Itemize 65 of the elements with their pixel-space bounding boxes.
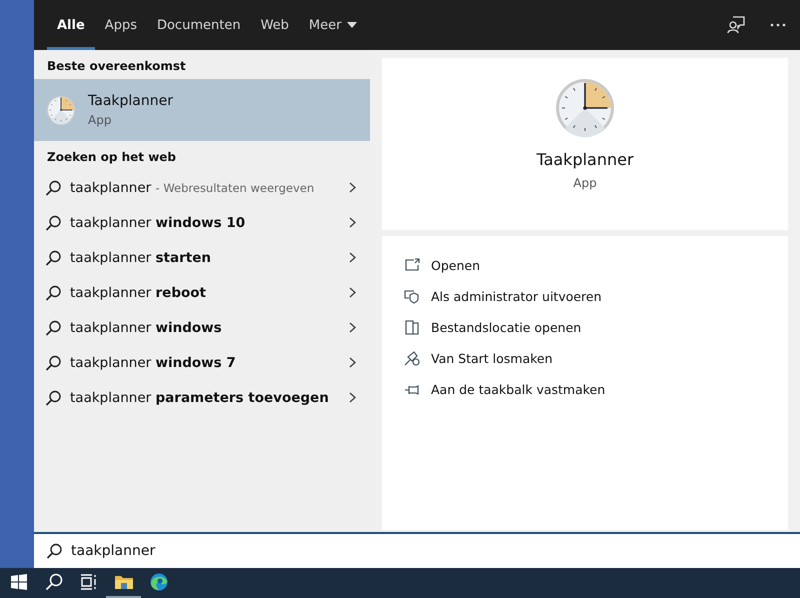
web-suggestion[interactable]: taakplanner windows 7 — [34, 345, 370, 380]
best-match-item[interactable]: Taakplanner App — [34, 79, 370, 141]
action-item[interactable]: Bestandslocatie openen — [404, 312, 766, 343]
chevron-right-icon — [349, 182, 356, 193]
search-icon — [45, 214, 61, 230]
suggestion-text: taakplanner starten — [70, 250, 211, 266]
app-title: Taakplanner — [536, 150, 634, 169]
suggestion-text: taakplanner windows — [70, 320, 222, 336]
action-label: Van Start losmaken — [431, 351, 553, 366]
suggestion-hint: - Webresultaten weergeven — [156, 180, 314, 194]
action-item[interactable]: Van Start losmaken — [404, 343, 766, 374]
chevron-right-icon — [349, 217, 356, 228]
section-heading: Zoeken op het web — [46, 149, 178, 166]
suggestion-text: taakplanner — [70, 180, 152, 196]
search-icon — [45, 284, 61, 300]
web-suggestion[interactable]: taakplanner parameters toevoegen — [34, 380, 370, 415]
search-icon — [45, 180, 61, 196]
chevron-right-icon — [349, 357, 356, 368]
app-type: App — [573, 176, 597, 190]
filter-tab[interactable]: Meer — [298, 0, 368, 50]
task-view-icon — [80, 574, 96, 590]
suggestion-text: taakplanner windows 7 — [70, 354, 236, 370]
action-label: Openen — [431, 258, 480, 273]
chevron-right-icon — [349, 392, 356, 403]
action-item[interactable]: Als administrator uitvoeren — [404, 281, 766, 312]
suggestion-text: taakplanner windows 10 — [70, 214, 246, 230]
unpin-icon — [404, 350, 420, 366]
action-item[interactable]: Aan de taakbalk vastmaken — [404, 374, 766, 405]
folder-icon — [404, 320, 420, 336]
search-icon — [44, 573, 62, 591]
app-type: App — [88, 113, 112, 127]
filter-tab[interactable]: Documenten — [146, 0, 251, 50]
action-label: Bestandslocatie openen — [431, 320, 582, 335]
windows-logo-icon — [10, 574, 26, 590]
action-label: Aan de taakbalk vastmaken — [431, 382, 606, 397]
chevron-right-icon — [349, 322, 356, 333]
folder-icon — [114, 574, 132, 590]
search-icon — [45, 320, 61, 336]
suggestion-text: taakplanner reboot — [70, 284, 206, 300]
suggestion-text: taakplanner parameters toevoegen — [70, 390, 329, 406]
section-heading: Beste overeenkomst — [46, 58, 187, 75]
person-speech-icon — [727, 16, 745, 34]
web-suggestion[interactable]: taakplanner - Webresultaten weergeven — [34, 170, 370, 205]
action-item[interactable]: Openen — [404, 250, 766, 281]
web-suggestion[interactable]: taakplanner reboot — [34, 275, 370, 310]
more-icon — [770, 23, 786, 27]
shield-icon — [404, 288, 420, 304]
chevron-right-icon — [349, 252, 356, 263]
search-icon — [46, 543, 62, 559]
web-suggestion[interactable]: taakplanner starten — [34, 240, 370, 275]
browser-swirl-icon — [150, 573, 168, 591]
clock-icon — [46, 95, 76, 125]
clock-icon — [555, 78, 615, 138]
filter-tab[interactable]: Web — [250, 0, 299, 50]
web-suggestion[interactable]: taakplanner windows — [34, 310, 370, 345]
filter-tab[interactable]: Apps — [94, 0, 147, 50]
search-icon — [45, 250, 61, 266]
search-field[interactable]: taakplanner — [34, 532, 800, 568]
action-label: Als administrator uitvoeren — [431, 289, 602, 304]
open-window-icon — [404, 258, 420, 274]
chevron-right-icon — [349, 287, 356, 298]
web-suggestion[interactable]: taakplanner windows 10 — [34, 205, 370, 240]
app-title: Taakplanner — [88, 93, 173, 109]
search-icon — [45, 390, 61, 406]
search-icon — [45, 354, 61, 370]
